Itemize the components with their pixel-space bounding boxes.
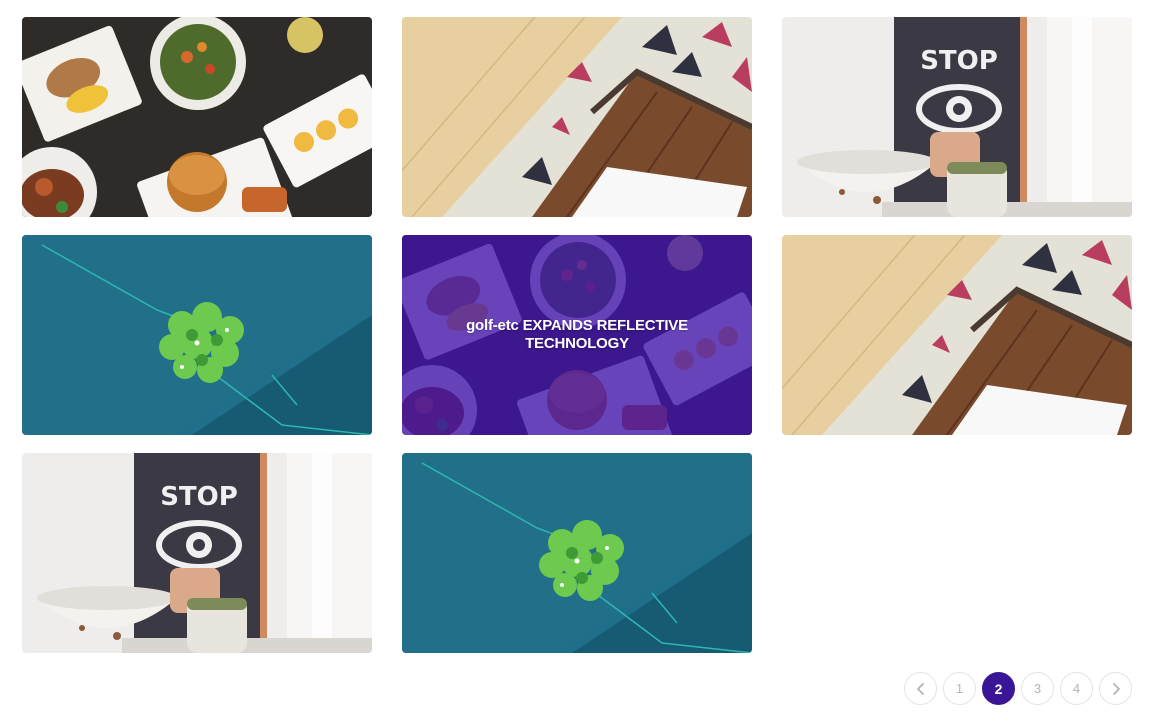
gallery-card-wood-floor[interactable] [402, 17, 752, 217]
card-overlay-title[interactable]: golf-etc EXPANDS REFLECTIVE TECHNOLOGY [442, 317, 712, 353]
next-page-button[interactable] [1099, 672, 1132, 705]
gallery-card-succulent[interactable] [22, 235, 372, 435]
succulent-on-denim-photo [402, 453, 752, 653]
wood-floor-rug-photo [402, 17, 752, 217]
page-3-button[interactable]: 3 [1021, 672, 1054, 705]
gallery-card-food[interactable] [22, 17, 372, 217]
gallery-card-food-hover[interactable]: golf-etc EXPANDS REFLECTIVE TECHNOLOGY [402, 235, 752, 435]
pagination: 1 2 3 4 [904, 672, 1132, 705]
previous-page-button[interactable] [904, 672, 937, 705]
gallery-card-wood-floor[interactable] [782, 235, 1132, 435]
page-2-button-current[interactable]: 2 [982, 672, 1015, 705]
card-hover-overlay[interactable]: golf-etc EXPANDS REFLECTIVE TECHNOLOGY [402, 235, 752, 435]
gallery-card-stop-sign[interactable] [782, 17, 1132, 217]
image-gallery: golf-etc EXPANDS REFLECTIVE TECHNOLOGY [22, 17, 1132, 653]
gallery-card-stop-sign[interactable] [22, 453, 372, 653]
stop-sign-bowl-photo [22, 453, 372, 653]
page-4-button[interactable]: 4 [1060, 672, 1093, 705]
chevron-left-icon [916, 682, 924, 695]
wood-floor-rug-photo [782, 235, 1132, 435]
page-1-button[interactable]: 1 [943, 672, 976, 705]
chevron-right-icon [1112, 682, 1120, 695]
gallery-card-succulent[interactable] [402, 453, 752, 653]
food-platter-photo [22, 17, 372, 217]
stop-sign-bowl-photo [782, 17, 1132, 217]
succulent-on-denim-photo [22, 235, 372, 435]
